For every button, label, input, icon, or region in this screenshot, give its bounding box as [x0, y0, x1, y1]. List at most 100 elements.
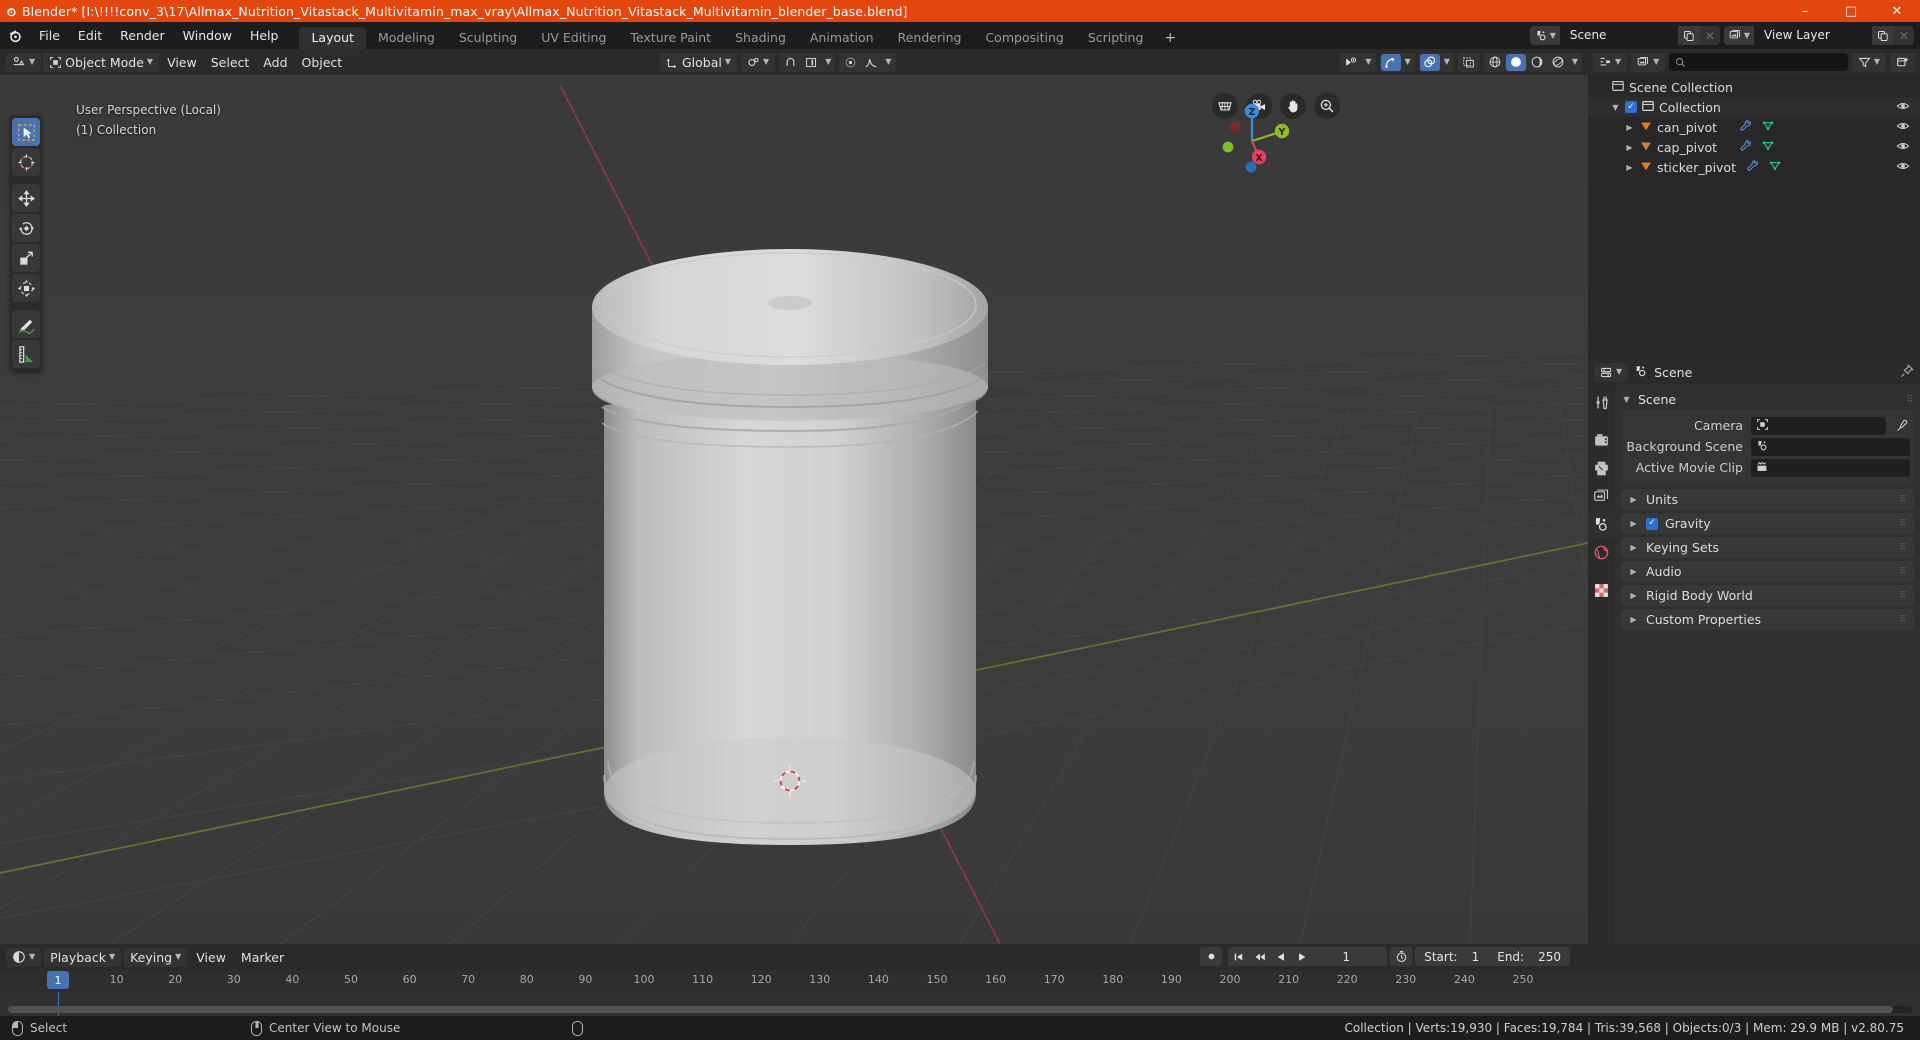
camera-eyedropper-icon[interactable]	[1894, 419, 1910, 432]
hide-in-viewport-icon[interactable]	[1896, 99, 1910, 116]
panel-drag-handle[interactable]: ⠿	[1899, 567, 1907, 577]
modifier-wrench-icon[interactable]	[1739, 139, 1752, 155]
menu-help[interactable]: Help	[241, 25, 288, 46]
outliner-row-can-pivot[interactable]: ▶ can_pivot	[1588, 117, 1920, 137]
transform-tool[interactable]	[12, 274, 40, 302]
viewport-menu-add[interactable]: Add	[257, 53, 293, 72]
shading-solid-icon[interactable]	[1505, 53, 1526, 71]
proportional-falloff-icon[interactable]	[861, 54, 881, 71]
tab-modeling[interactable]: Modeling	[366, 27, 447, 49]
viewport-menu-view[interactable]: View	[161, 53, 203, 72]
hide-in-viewport-icon[interactable]	[1896, 159, 1910, 176]
tab-sculpting[interactable]: Sculpting	[447, 27, 529, 49]
panel-expander-icon[interactable]: ▶	[1628, 615, 1639, 624]
scene-unlink-button[interactable]: ✕	[1699, 26, 1720, 45]
timeline-editor-type-button[interactable]: ▼	[6, 947, 42, 967]
current-frame-field[interactable]: 1	[1305, 947, 1388, 966]
shading-wireframe-icon[interactable]	[1485, 54, 1505, 71]
view-layer-new-copy-icon[interactable]	[1872, 26, 1894, 45]
timeline-playhead[interactable]: 1	[47, 971, 69, 989]
rotate-tool[interactable]	[12, 214, 40, 242]
panel-expander-icon[interactable]: ▶	[1628, 543, 1639, 552]
overlays-dropdown[interactable]: ▼	[1418, 52, 1454, 72]
object-visibility-icon[interactable]	[1341, 54, 1361, 71]
gizmo-dropdown[interactable]: ▼	[1379, 52, 1415, 72]
collection-exclude-checkbox[interactable]	[1625, 101, 1637, 113]
hide-in-viewport-icon[interactable]	[1896, 119, 1910, 136]
outliner-search-input[interactable]	[1669, 53, 1848, 71]
xray-toggle[interactable]	[1457, 52, 1480, 72]
timeline-menu-playback[interactable]: Playback ▼	[44, 947, 122, 967]
tab-uv-editing[interactable]: UV Editing	[529, 27, 618, 49]
menu-edit[interactable]: Edit	[69, 25, 111, 46]
panel-drag-handle[interactable]: ⠿	[1899, 543, 1907, 553]
timeline-menu-view[interactable]: View	[190, 948, 232, 967]
scene-browse-icon[interactable]: ▼	[1529, 26, 1560, 45]
view-layer-name-field[interactable]: View Layer	[1754, 26, 1872, 45]
select-box-tool[interactable]	[12, 118, 40, 146]
start-frame-field[interactable]: Start: 1	[1415, 947, 1488, 966]
editor-type-button[interactable]: ▼	[6, 52, 42, 72]
view-layer-selector[interactable]: ▼ View Layer ✕	[1723, 26, 1914, 45]
panel-units[interactable]: ▶ Units ⠿	[1621, 489, 1914, 510]
tab-output[interactable]	[1588, 455, 1615, 482]
show-gizmo-icon[interactable]	[1380, 53, 1401, 71]
active-movie-clip-field[interactable]	[1751, 458, 1910, 477]
tab-world[interactable]	[1588, 539, 1615, 566]
expander-icon[interactable]: ▶	[1624, 123, 1635, 132]
viewport-axis-gizmo[interactable]: Z Y X	[1211, 97, 1293, 179]
proportional-edit-toggle-icon[interactable]	[840, 54, 860, 71]
minimize-button[interactable]: –	[1782, 0, 1828, 22]
play-reverse-button[interactable]	[1270, 947, 1291, 966]
expander-icon[interactable]: ▶	[1624, 143, 1635, 152]
outliner-display-mode-dropdown[interactable]: ▼	[1631, 52, 1666, 72]
menu-render[interactable]: Render	[111, 25, 174, 46]
hide-in-viewport-icon[interactable]	[1896, 139, 1910, 156]
panel-rigid-body-world[interactable]: ▶ Rigid Body World ⠿	[1621, 585, 1914, 606]
scene-selector[interactable]: ▼ Scene ✕	[1529, 26, 1720, 45]
zoom-icon[interactable]	[1314, 93, 1340, 119]
panel-gravity[interactable]: ▶ Gravity ⠿	[1621, 513, 1914, 534]
outliner-row-collection[interactable]: ▼ Collection	[1588, 97, 1920, 117]
panel-drag-handle[interactable]: ⠿	[1899, 591, 1907, 601]
measure-tool[interactable]	[12, 340, 40, 368]
panel-expander-icon[interactable]: ▼	[1621, 395, 1632, 404]
interaction-mode-dropdown[interactable]: Object Mode ▼	[43, 52, 160, 72]
modifier-wrench-icon[interactable]	[1739, 119, 1752, 135]
viewport-menu-object[interactable]: Object	[296, 53, 349, 72]
scene-panel-header[interactable]: ▼ Scene ⠿	[1621, 389, 1914, 410]
end-frame-field[interactable]: End: 250	[1488, 947, 1570, 966]
panel-keying-sets[interactable]: ▶ Keying Sets ⠿	[1621, 537, 1914, 558]
pivot-point-dropdown[interactable]: ▼	[741, 52, 776, 72]
gravity-checkbox[interactable]	[1646, 517, 1658, 530]
tab-shading[interactable]: Shading	[723, 27, 798, 49]
move-tool[interactable]	[12, 184, 40, 212]
panel-expander-icon[interactable]: ▶	[1628, 519, 1639, 528]
viewport-canvas[interactable]: User Perspective (Local) (1) Collection	[0, 75, 1588, 944]
tab-layout[interactable]: Layout	[299, 27, 366, 49]
panel-audio[interactable]: ▶ Audio ⠿	[1621, 561, 1914, 582]
panel-drag-handle[interactable]: ⠿	[1906, 395, 1914, 405]
menu-file[interactable]: File	[30, 25, 69, 46]
tab-tool[interactable]	[1588, 389, 1615, 416]
panel-expander-icon[interactable]: ▶	[1628, 495, 1639, 504]
cursor-tool[interactable]	[12, 148, 40, 176]
tab-view-layer[interactable]	[1588, 483, 1615, 510]
menu-window[interactable]: Window	[174, 25, 241, 46]
outliner-filter-button[interactable]: ▼	[1851, 52, 1886, 72]
visibility-dropdown[interactable]: ▼	[1340, 52, 1376, 72]
view-layer-remove-button[interactable]: ✕	[1894, 26, 1914, 45]
properties-editor-type-button[interactable]: ▼	[1594, 362, 1629, 382]
tab-scene[interactable]	[1588, 511, 1615, 538]
show-overlays-icon[interactable]	[1419, 53, 1440, 71]
tab-scripting[interactable]: Scripting	[1076, 27, 1156, 49]
panel-drag-handle[interactable]: ⠿	[1899, 615, 1907, 625]
mesh-data-icon[interactable]	[1768, 159, 1782, 175]
timeline-horizontal-scrollbar[interactable]	[8, 1006, 1912, 1013]
timeline-scrollbar-thumb[interactable]	[8, 1006, 1893, 1013]
outliner-row-sticker-pivot[interactable]: ▶ sticker_pivot	[1588, 157, 1920, 177]
viewport-menu-select[interactable]: Select	[205, 53, 256, 72]
tab-texture[interactable]	[1588, 577, 1615, 604]
timeline-menu-marker[interactable]: Marker	[235, 948, 290, 967]
expander-icon[interactable]: ▼	[1610, 103, 1621, 112]
